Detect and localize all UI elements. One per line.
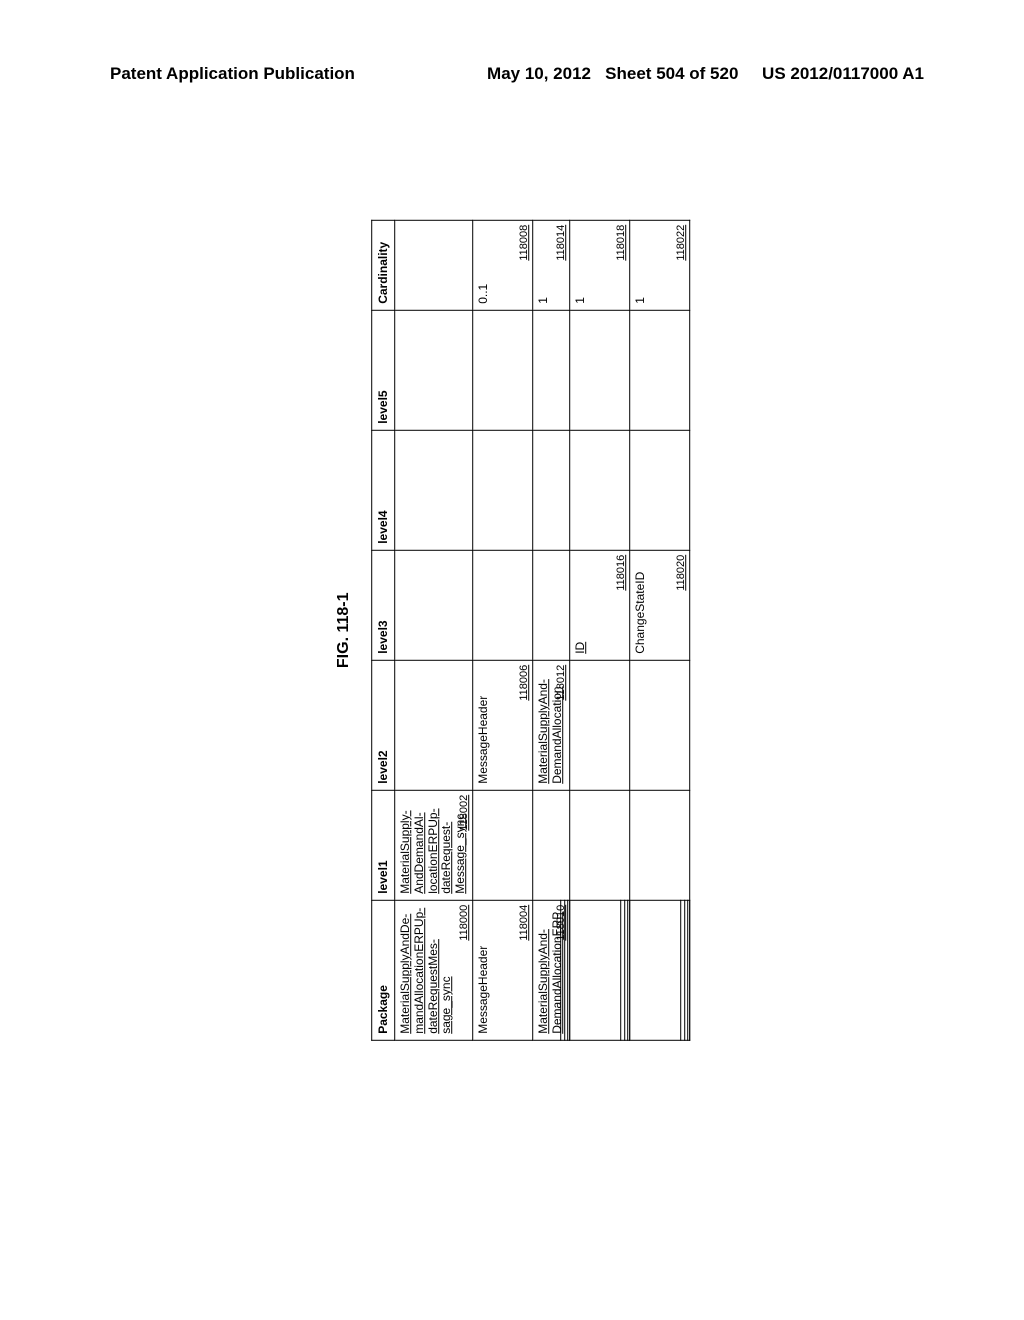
ref-number: 118010 — [554, 904, 566, 940]
indent-stripe — [679, 899, 689, 1040]
label: 1 — [633, 226, 647, 303]
cell-level3 — [532, 550, 569, 660]
cell-cardinality: 1 118022 — [629, 220, 689, 310]
cell-level5 — [629, 310, 689, 430]
cell-package — [629, 900, 689, 1040]
cell-level1 — [532, 790, 569, 900]
ref-number: 118016 — [614, 554, 626, 590]
cell-level2 — [629, 660, 689, 790]
cell-level2: MaterialSupplyAnd-DemandAllocation 11801… — [532, 660, 569, 790]
table-row: MessageHeader 118004 MessageHeader 11800… — [472, 220, 532, 1040]
page-header: Patent Application Publication May 10, 2… — [0, 64, 1024, 84]
cell-level1 — [569, 790, 629, 900]
ref-number: 118018 — [614, 224, 626, 260]
cell-level3 — [394, 550, 472, 660]
cell-package: MaterialSupplyAndDe-mandAllocationERPUp-… — [394, 900, 472, 1040]
cell-level2 — [394, 660, 472, 790]
cell-level4 — [569, 430, 629, 550]
col-header-level5: level5 — [371, 310, 394, 430]
ref-number: 118020 — [674, 554, 686, 590]
col-header-level2: level2 — [371, 660, 394, 790]
cell-level1 — [629, 790, 689, 900]
cell-level5 — [472, 310, 532, 430]
cell-level5 — [394, 310, 472, 430]
ref-number: 118000 — [458, 904, 470, 940]
label: 1 — [537, 226, 551, 303]
header-right: May 10, 2012 Sheet 504 of 520 US 2012/01… — [487, 64, 924, 84]
label: MessageHeader — [477, 666, 491, 783]
figure-area: FIG. 118-1 Package level1 level2 level3 … — [0, 180, 1024, 1080]
col-header-level3: level3 — [371, 550, 394, 660]
cell-level1 — [472, 790, 532, 900]
table-row: ID 118016 1 118018 — [569, 220, 629, 1040]
cell-level5 — [569, 310, 629, 430]
cell-level3 — [472, 550, 532, 660]
cell-level4 — [472, 430, 532, 550]
cell-level4 — [629, 430, 689, 550]
col-header-level1: level1 — [371, 790, 394, 900]
cell-package: MaterialSupplyAnd-DemandAllocationERP 11… — [532, 900, 569, 1040]
ref-number: 118014 — [554, 224, 566, 260]
col-header-level4: level4 — [371, 430, 394, 550]
cell-package — [569, 900, 629, 1040]
header-sheet: Sheet 504 of 520 — [605, 64, 738, 83]
table-header-row: Package level1 level2 level3 level4 leve… — [371, 220, 394, 1040]
ref-number: 118006 — [518, 664, 530, 700]
cell-package: MessageHeader 118004 — [472, 900, 532, 1040]
cell-level1: MaterialSupply-AndDemandAl-locationERPUp… — [394, 790, 472, 900]
header-date: May 10, 2012 — [487, 64, 591, 83]
cell-level4 — [532, 430, 569, 550]
col-header-package: Package — [371, 900, 394, 1040]
cell-level2: MessageHeader 118006 — [472, 660, 532, 790]
header-pubno: US 2012/0117000 A1 — [762, 64, 924, 83]
ref-number: 118022 — [674, 224, 686, 260]
ref-number: 118004 — [518, 904, 530, 940]
cell-level5 — [532, 310, 569, 430]
rotated-content: FIG. 118-1 Package level1 level2 level3 … — [335, 219, 690, 1040]
figure-title: FIG. 118-1 — [335, 592, 353, 668]
figure-table: Package level1 level2 level3 level4 leve… — [371, 219, 690, 1040]
indent-stripe — [619, 899, 629, 1040]
cell-level2 — [569, 660, 629, 790]
cell-level3: ChangeStateID 118020 — [629, 550, 689, 660]
table-row: ChangeStateID 118020 1 118022 — [629, 220, 689, 1040]
cell-cardinality — [394, 220, 472, 310]
label: ChangeStateID — [633, 556, 647, 653]
label: MaterialSupplyAndDe-mandAllocationERPUp-… — [399, 906, 454, 1033]
ref-number: 118002 — [458, 794, 470, 830]
cell-cardinality: 0..1 118008 — [472, 220, 532, 310]
table-row: MaterialSupplyAndDe-mandAllocationERPUp-… — [394, 220, 472, 1040]
label: 0..1 — [477, 226, 491, 303]
label: ID — [573, 556, 587, 653]
table-row: MaterialSupplyAnd-DemandAllocationERP 11… — [532, 220, 569, 1040]
cell-level3: ID 118016 — [569, 550, 629, 660]
label: 1 — [573, 226, 587, 303]
ref-number: 118008 — [518, 224, 530, 260]
label: MessageHeader — [477, 906, 491, 1033]
cell-level4 — [394, 430, 472, 550]
header-left: Patent Application Publication — [110, 64, 355, 84]
col-header-cardinality: Cardinality — [371, 220, 394, 310]
cell-cardinality: 1 118018 — [569, 220, 629, 310]
cell-cardinality: 1 118014 — [532, 220, 569, 310]
ref-number: 118012 — [554, 664, 566, 700]
